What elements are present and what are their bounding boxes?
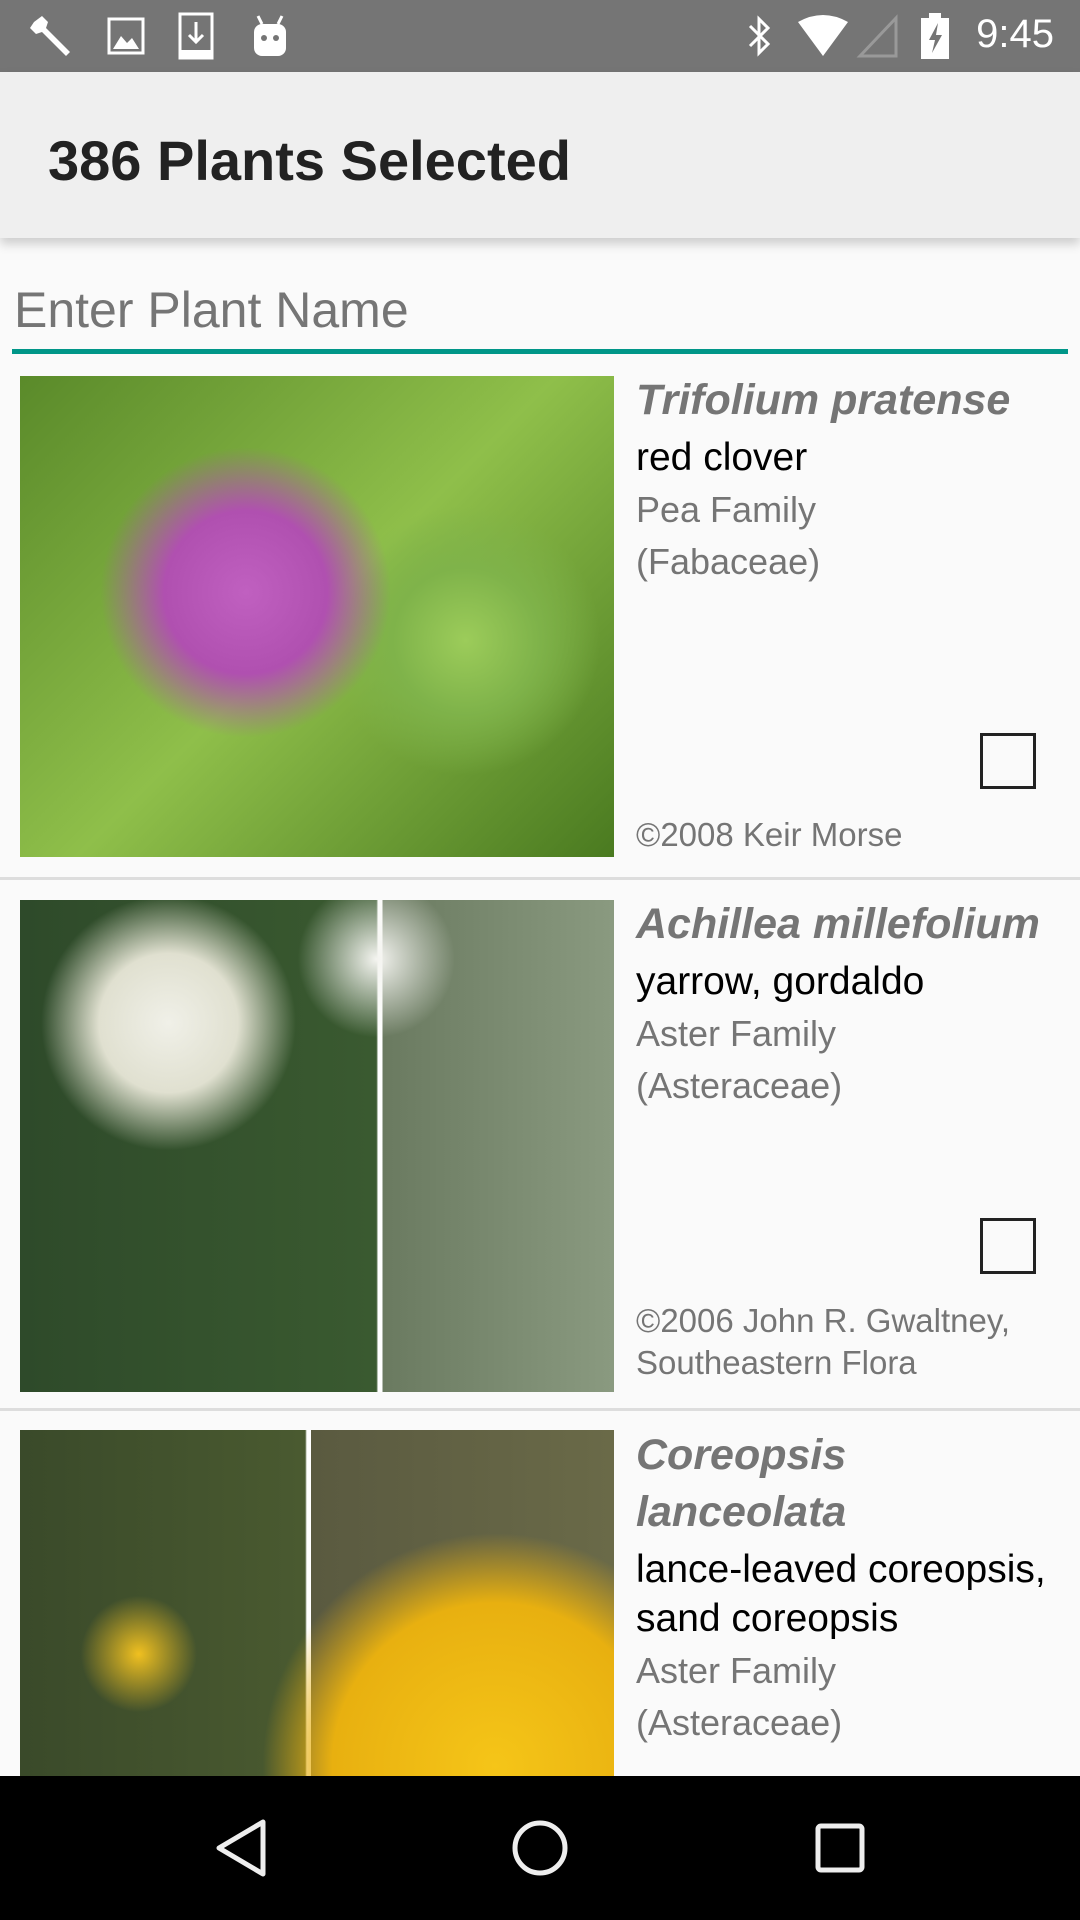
family-name: Aster Family bbox=[636, 1013, 837, 1054]
family-latin: (Asteraceae) bbox=[636, 1065, 843, 1106]
family-name: Aster Family bbox=[636, 1650, 837, 1691]
scientific-name: Trifolium pratense bbox=[636, 376, 1011, 424]
family-latin: (Asteraceae) bbox=[636, 1702, 843, 1743]
android-icon bbox=[250, 14, 290, 58]
page-title: 386 Plants Selected bbox=[48, 129, 571, 192]
app-bar: 386 Plants Selected bbox=[0, 72, 1080, 238]
clock: 9:45 bbox=[976, 12, 1054, 56]
battery-charging-icon bbox=[920, 13, 950, 59]
select-checkbox[interactable] bbox=[980, 1218, 1036, 1274]
image-icon bbox=[106, 14, 146, 58]
scientific-name: Achillea millefolium bbox=[636, 900, 1040, 948]
photo-credit: ©2008 Keir Morse bbox=[636, 816, 903, 853]
family-name: Pea Family bbox=[636, 489, 817, 530]
plant-photo[interactable] bbox=[20, 376, 614, 857]
wifi-icon bbox=[796, 14, 850, 58]
plant-photo[interactable] bbox=[20, 900, 614, 1392]
scientific-name: Coreopsis lanceolata bbox=[636, 1431, 847, 1536]
plant-list-item[interactable]: Coreopsis lanceolata lance-leaved coreop… bbox=[0, 1411, 1080, 1776]
wrench-icon bbox=[28, 14, 76, 58]
back-icon[interactable] bbox=[205, 1812, 277, 1884]
navigation-bar bbox=[0, 1776, 1080, 1920]
plant-list-item[interactable]: Trifolium pratense red clover Pea Family… bbox=[0, 356, 1080, 880]
photo-credit: ©2006 John R. Gwaltney, Southeastern Flo… bbox=[636, 1302, 1011, 1381]
common-name: red clover bbox=[636, 436, 808, 479]
home-icon[interactable] bbox=[504, 1812, 576, 1884]
download-icon bbox=[178, 12, 214, 60]
plant-name-search-input[interactable] bbox=[12, 270, 1068, 354]
bluetooth-icon bbox=[744, 14, 774, 58]
plant-list[interactable]: Trifolium pratense red clover Pea Family… bbox=[0, 356, 1080, 1776]
plant-photo[interactable] bbox=[20, 1430, 614, 1776]
family-latin: (Fabaceae) bbox=[636, 541, 821, 582]
common-name: lance-leaved coreopsis, sand coreopsis bbox=[636, 1548, 1046, 1640]
cell-signal-icon bbox=[856, 14, 898, 58]
plant-list-item[interactable]: Achillea millefolium yarrow, gordaldo As… bbox=[0, 880, 1080, 1411]
status-bar: 9:45 bbox=[0, 0, 1080, 72]
common-name: yarrow, gordaldo bbox=[636, 960, 925, 1003]
select-checkbox[interactable] bbox=[980, 733, 1036, 789]
recents-icon[interactable] bbox=[804, 1812, 876, 1884]
